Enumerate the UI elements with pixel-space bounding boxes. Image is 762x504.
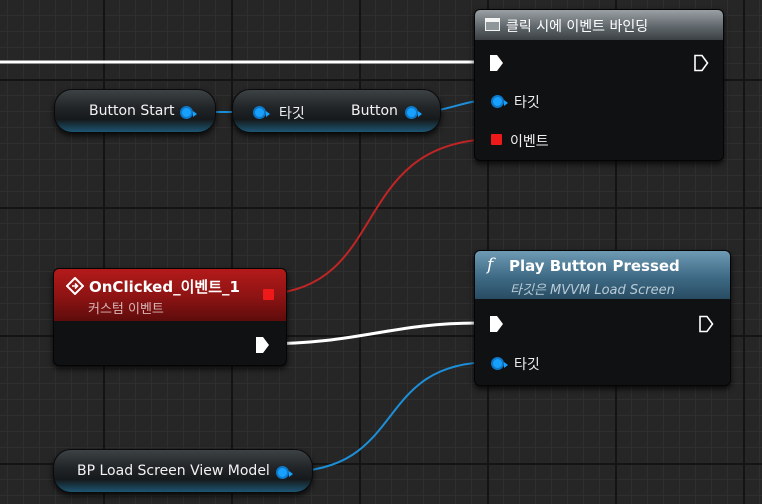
exec-wire-event-to-function <box>259 321 479 346</box>
play-button-pressed-title: Play Button Pressed <box>509 257 680 275</box>
function-icon: f <box>487 255 494 275</box>
blueprint-graph[interactable]: 클릭 시에 이벤트 바인딩 타깃 이벤트 Button Start 타깃 But… <box>0 0 762 504</box>
get-button-target-pin[interactable] <box>253 106 270 119</box>
button-start-label: Button Start <box>89 103 175 119</box>
function-target-pin[interactable] <box>491 357 508 370</box>
custom-event-delegate-pin[interactable] <box>263 289 274 300</box>
function-exec-in-pin[interactable] <box>488 315 504 333</box>
delegate-wire-event <box>269 138 494 295</box>
custom-event-subtitle: 커스텀 이벤트 <box>88 302 164 317</box>
bind-exec-in-pin[interactable] <box>488 54 504 72</box>
bind-target-pin[interactable] <box>491 95 508 108</box>
bind-event-node[interactable]: 클릭 시에 이벤트 바인딩 타깃 이벤트 <box>474 9 724 161</box>
function-target-label: 타깃 <box>514 357 540 373</box>
custom-event-node[interactable]: OnClicked_이벤트_1 커스텀 이벤트 <box>53 268 287 366</box>
custom-event-exec-out-pin[interactable] <box>254 336 270 354</box>
get-button-output-pin[interactable] <box>405 106 422 119</box>
view-model-label: BP Load Screen View Model <box>77 463 270 479</box>
object-wire-view-model <box>283 361 494 473</box>
get-button-output-label: Button <box>351 103 398 119</box>
event-dispatcher-icon <box>485 18 500 31</box>
button-start-node[interactable]: Button Start <box>54 89 216 133</box>
bind-target-label: 타깃 <box>514 95 540 111</box>
play-button-pressed-node[interactable]: f Play Button Pressed 타깃은 MVVM Load Scre… <box>474 250 731 386</box>
bind-event-pin[interactable] <box>491 134 502 145</box>
button-start-output-pin[interactable] <box>180 106 197 119</box>
bind-exec-out-pin[interactable] <box>693 54 709 72</box>
custom-event-title: OnClicked_이벤트_1 <box>89 278 240 296</box>
view-model-output-pin[interactable] <box>276 466 293 479</box>
get-button-node[interactable]: 타깃 Button <box>232 89 441 133</box>
bind-event-title: 클릭 시에 이벤트 바인딩 <box>506 19 649 35</box>
function-exec-out-pin[interactable] <box>698 315 714 333</box>
custom-event-diamond-icon <box>66 277 84 295</box>
play-button-pressed-subtitle: 타깃은 MVVM Load Screen <box>510 283 675 298</box>
get-button-target-label: 타깃 <box>279 106 305 122</box>
bind-event-label: 이벤트 <box>510 134 549 150</box>
view-model-node[interactable]: BP Load Screen View Model <box>53 449 313 493</box>
